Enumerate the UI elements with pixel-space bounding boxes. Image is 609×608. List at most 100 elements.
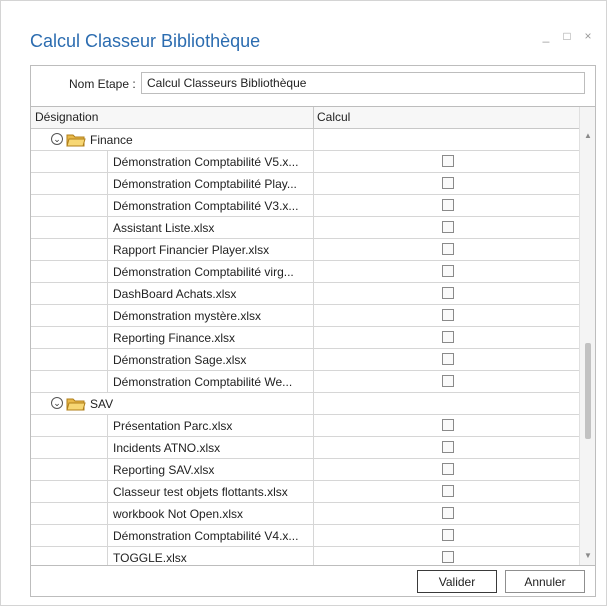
workbook-name-cell: Incidents ATNO.xlsx (31, 437, 313, 458)
workbook-row[interactable]: Démonstration Comptabilité Play... (31, 173, 579, 195)
main-panel: Nom Etape : Désignation Calcul ⌄Finance D… (30, 65, 596, 597)
workbook-row[interactable]: Démonstration Comptabilité We... (31, 371, 579, 393)
workbook-name-cell: Démonstration Comptabilité V4.x... (31, 525, 313, 546)
group-label: SAV (90, 397, 114, 411)
workbook-name: workbook Not Open.xlsx (113, 507, 244, 521)
workbook-row[interactable]: DashBoard Achats.xlsx (31, 283, 579, 305)
column-header-designation[interactable]: Désignation (35, 110, 98, 124)
workbook-row[interactable]: Démonstration Comptabilité V5.x... (31, 151, 579, 173)
etape-name-input[interactable] (141, 72, 585, 94)
group-calcul-cell (313, 129, 580, 150)
vertical-scrollbar[interactable]: ▲ ▼ (579, 107, 595, 565)
workbook-name-cell: Reporting SAV.xlsx (31, 459, 313, 480)
calcul-checkbox[interactable] (442, 177, 454, 189)
group-row[interactable]: ⌄ SAV (31, 393, 579, 415)
workbook-row[interactable]: Incidents ATNO.xlsx (31, 437, 579, 459)
calcul-checkbox[interactable] (442, 155, 454, 167)
workbook-row[interactable]: workbook Not Open.xlsx (31, 503, 579, 525)
calcul-checkbox[interactable] (442, 529, 454, 541)
calcul-checkbox[interactable] (442, 221, 454, 233)
calcul-cell (313, 481, 580, 502)
workbook-name-cell: workbook Not Open.xlsx (31, 503, 313, 524)
group-cell: ⌄ SAV (31, 393, 313, 414)
scroll-up-icon[interactable]: ▲ (584, 131, 592, 140)
workbook-name-cell: Démonstration Sage.xlsx (31, 349, 313, 370)
calcul-cell (313, 525, 580, 546)
validate-button[interactable]: Valider (417, 570, 497, 593)
workbook-name-cell: Démonstration Comptabilité Play... (31, 173, 313, 194)
workbook-row[interactable]: Démonstration Comptabilité V4.x... (31, 525, 579, 547)
workbook-name-cell: Démonstration Comptabilité We... (31, 371, 313, 392)
etape-section: Nom Etape : (31, 66, 595, 102)
workbook-name: Classeur test objets flottants.xlsx (113, 485, 288, 499)
workbook-name: Reporting Finance.xlsx (113, 331, 236, 345)
dialog-window: Calcul Classeur Bibliothèque _ □ × Nom E… (0, 0, 607, 606)
calcul-cell (313, 261, 580, 282)
workbook-name-cell: Démonstration Comptabilité V3.x... (31, 195, 313, 216)
calcul-cell (313, 305, 580, 326)
workbook-name: Assistant Liste.xlsx (113, 221, 215, 235)
minimize-button[interactable]: _ (540, 29, 552, 43)
group-row[interactable]: ⌄ Finance (31, 129, 579, 151)
calcul-cell (313, 239, 580, 260)
group-calcul-cell (313, 393, 580, 414)
workbook-name-cell: TOGGLE.xlsx (31, 547, 313, 565)
calcul-checkbox[interactable] (442, 441, 454, 453)
calcul-checkbox[interactable] (442, 243, 454, 255)
workbook-row[interactable]: Présentation Parc.xlsx (31, 415, 579, 437)
calcul-checkbox[interactable] (442, 331, 454, 343)
workbook-row[interactable]: TOGGLE.xlsx (31, 547, 580, 565)
calcul-checkbox[interactable] (442, 309, 454, 321)
workbook-name: Démonstration Comptabilité V3.x... (113, 199, 299, 213)
cancel-button[interactable]: Annuler (505, 570, 585, 593)
workbook-row[interactable]: Rapport Financier Player.xlsx (31, 239, 579, 261)
calcul-cell (313, 415, 580, 436)
calcul-cell (313, 437, 580, 458)
scroll-down-icon[interactable]: ▼ (584, 551, 592, 560)
collapse-toggle-icon[interactable]: ⌄ (51, 397, 63, 409)
workbook-row[interactable]: Reporting SAV.xlsx (31, 459, 579, 481)
collapse-toggle-icon[interactable]: ⌄ (51, 133, 63, 145)
workbook-row[interactable]: Reporting Finance.xlsx (31, 327, 579, 349)
maximize-button[interactable]: □ (561, 29, 573, 43)
calcul-checkbox[interactable] (442, 375, 454, 387)
calcul-checkbox[interactable] (442, 265, 454, 277)
calcul-cell (313, 547, 580, 565)
workbook-name: Incidents ATNO.xlsx (113, 441, 221, 455)
workbook-row[interactable]: Démonstration mystère.xlsx (31, 305, 579, 327)
calcul-checkbox[interactable] (442, 419, 454, 431)
calcul-checkbox[interactable] (442, 463, 454, 475)
workbook-name-cell: Démonstration Comptabilité V5.x... (31, 151, 313, 172)
workbook-name: Reporting SAV.xlsx (113, 463, 215, 477)
workbook-row[interactable]: Démonstration Sage.xlsx (31, 349, 579, 371)
workbook-name-cell: Assistant Liste.xlsx (31, 217, 313, 238)
calcul-checkbox[interactable] (442, 287, 454, 299)
workbook-name-cell: Classeur test objets flottants.xlsx (31, 481, 313, 502)
column-header-calcul[interactable]: Calcul (317, 110, 350, 124)
calcul-checkbox[interactable] (442, 551, 454, 563)
workbook-row[interactable]: Démonstration Comptabilité virg... (31, 261, 579, 283)
calcul-checkbox[interactable] (442, 507, 454, 519)
workbook-name: Démonstration Sage.xlsx (113, 353, 247, 367)
workbook-name-cell: DashBoard Achats.xlsx (31, 283, 313, 304)
calcul-cell (313, 459, 580, 480)
close-button[interactable]: × (582, 29, 594, 43)
workbook-name: DashBoard Achats.xlsx (113, 287, 237, 301)
workbook-name-cell: Démonstration Comptabilité virg... (31, 261, 313, 282)
calcul-checkbox[interactable] (442, 485, 454, 497)
etape-label: Nom Etape : (69, 77, 136, 91)
column-separator[interactable] (313, 107, 314, 128)
scroll-thumb[interactable] (585, 343, 591, 439)
workbook-row[interactable]: Classeur test objets flottants.xlsx (31, 481, 579, 503)
workbook-name: Démonstration Comptabilité We... (113, 375, 293, 389)
calcul-checkbox[interactable] (442, 353, 454, 365)
folder-icon (66, 396, 86, 411)
window-controls: _ □ × (540, 29, 594, 43)
calcul-checkbox[interactable] (442, 199, 454, 211)
workbook-row[interactable]: Assistant Liste.xlsx (31, 217, 579, 239)
workbook-row[interactable]: Démonstration Comptabilité V3.x... (31, 195, 579, 217)
calcul-cell (313, 283, 580, 304)
workbook-name: Présentation Parc.xlsx (113, 419, 233, 433)
workbook-name: Démonstration Comptabilité virg... (113, 265, 294, 279)
workbook-name: Démonstration Comptabilité V5.x... (113, 155, 299, 169)
